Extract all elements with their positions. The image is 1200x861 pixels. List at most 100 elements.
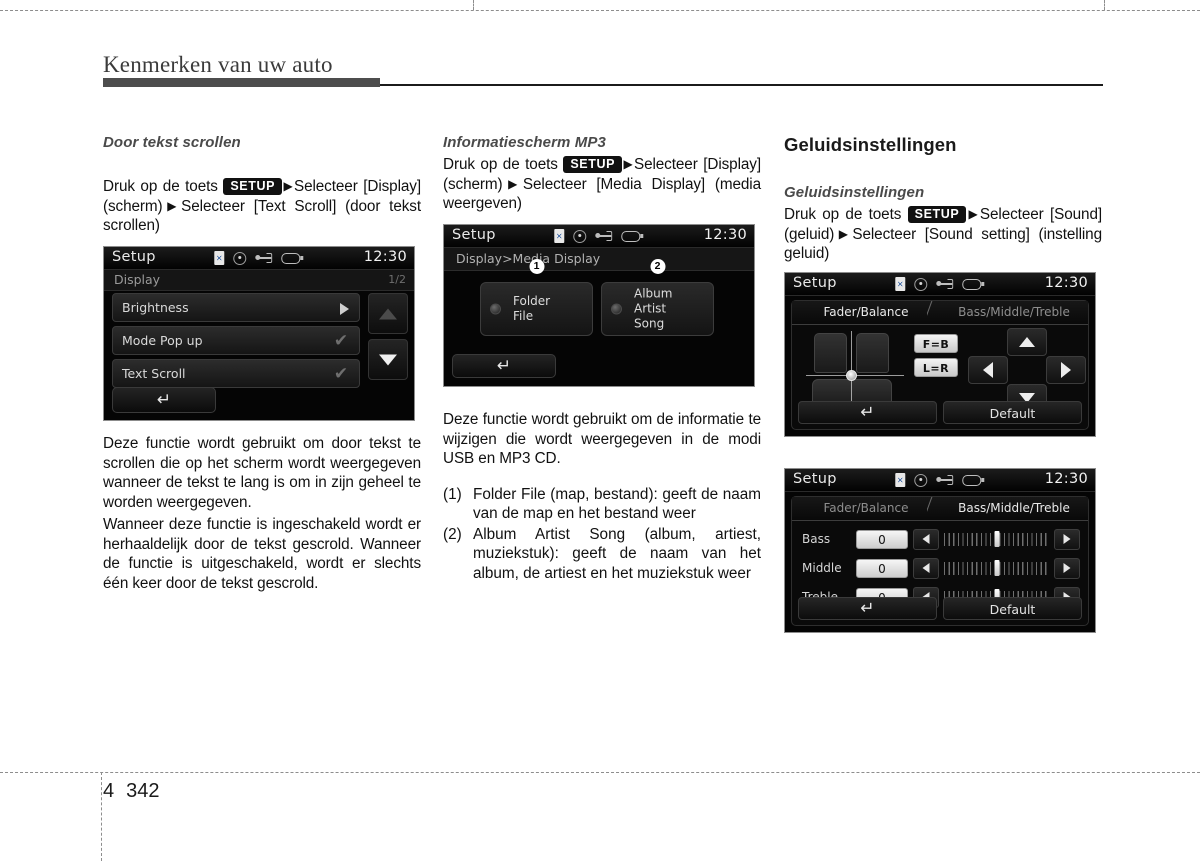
disc-icon: [233, 251, 247, 265]
disc-icon: [914, 473, 928, 487]
eq-slider[interactable]: [944, 531, 1049, 547]
scroll-up-icon: [379, 308, 397, 319]
back-button[interactable]: ↵: [798, 597, 937, 620]
arrow-right-icon: [1063, 563, 1071, 573]
sound-footer: ↵ Default: [798, 597, 1082, 620]
list-text: Folder File (map, bestand): geeft de naa…: [473, 485, 761, 523]
check-icon: ✔: [333, 364, 349, 384]
radio-icon: [611, 303, 622, 315]
scroll-down-button[interactable]: [368, 339, 408, 380]
front-left-seat-icon: [814, 333, 847, 373]
device-icon: [962, 278, 985, 290]
option-album-artist-song[interactable]: 2 Album Artist Song: [601, 259, 714, 336]
screen-title: Setup: [793, 471, 837, 487]
col3-subtitle: Geluidsinstellingen: [784, 184, 925, 201]
status-icon-group: [554, 229, 644, 243]
default-button[interactable]: Default: [943, 597, 1082, 620]
dpad-right-button[interactable]: [1046, 356, 1086, 384]
dpad-up-button[interactable]: [1007, 328, 1047, 356]
radio-icon: [490, 303, 501, 315]
eq-increase-button[interactable]: [1054, 557, 1080, 579]
balance-position-marker[interactable]: [846, 370, 857, 381]
callout-badge-2: 2: [650, 259, 665, 274]
device-icon: [962, 474, 985, 486]
slider-thumb[interactable]: [994, 531, 999, 547]
sound-panel: Fader/Balance Bass/Middle/Treble Bass 0 …: [791, 496, 1089, 626]
tab-fader-balance[interactable]: Fader/Balance: [792, 301, 940, 324]
option-folder-file[interactable]: 1 Folder File: [480, 259, 593, 336]
usb-icon: [936, 474, 954, 486]
eq-row-bass: Bass 0: [802, 528, 1080, 550]
col2-subtitle: Informatiescherm MP3: [443, 134, 606, 151]
device-icon: [621, 230, 644, 242]
header-rule-thick: [103, 78, 380, 87]
arrow-left-icon: [922, 563, 930, 573]
screen-fader-balance[interactable]: Setup 12:30 Fader/Balance Bass/Middle/Tr…: [784, 272, 1096, 437]
dpad-control: [968, 328, 1086, 412]
crop-mark-top: [0, 10, 1200, 11]
seat-diagram[interactable]: [806, 331, 904, 409]
list-item: (1) Folder File (map, bestand): geeft de…: [443, 485, 761, 524]
col3-section-title: Geluidsinstellingen: [784, 134, 957, 155]
crop-mark-right: [1104, 0, 1105, 10]
usb-icon: [255, 252, 273, 264]
scroll-up-button[interactable]: [368, 293, 408, 334]
eq-label: Middle: [802, 561, 842, 575]
fb-key-left-equals-right[interactable]: L=R: [914, 358, 958, 377]
tab-bass-middle-treble[interactable]: Bass/Middle/Treble: [940, 301, 1088, 324]
option-line-1: Folder: [513, 294, 551, 308]
step-arrow-icon-2: ▶: [502, 176, 523, 191]
dpad-left-button[interactable]: [968, 356, 1008, 384]
slider-thumb[interactable]: [994, 560, 999, 576]
option-line-2: File: [513, 309, 534, 323]
list-item: (2) Album Artist Song (album, artiest, m…: [443, 525, 761, 584]
bluetooth-icon: [895, 473, 906, 487]
screen-status-bar: Setup 12:30: [785, 469, 1095, 492]
fb-key-front-equals-back[interactable]: F=B: [914, 334, 958, 353]
sound-footer: ↵ Default: [798, 401, 1082, 424]
crop-mark-left-top: [473, 0, 474, 10]
eq-decrease-button[interactable]: [913, 528, 939, 550]
tab-bass-middle-treble[interactable]: Bass/Middle/Treble: [940, 497, 1088, 520]
tab-underline: [792, 324, 1088, 325]
list-item-label: Brightness: [122, 300, 189, 315]
usb-icon: [595, 230, 613, 242]
column-middle: Informatiescherm MP3 Druk op de toets SE…: [443, 134, 761, 214]
list-item-label: Text Scroll: [122, 366, 186, 381]
list-marker: (2): [443, 525, 462, 543]
eq-increase-button[interactable]: [1054, 528, 1080, 550]
col1-subtitle: Door tekst scrollen: [103, 134, 241, 151]
screen-media-display[interactable]: Setup 12:30 Display>Media Display 1 Fold…: [443, 224, 755, 387]
screen-status-bar: Setup 12:30: [104, 247, 414, 270]
tab-underline: [792, 520, 1088, 521]
list-item-mode-popup[interactable]: Mode Pop up ✔: [112, 326, 360, 355]
option-label: Album Artist Song: [634, 287, 672, 332]
back-arrow-icon: ↵: [860, 598, 875, 618]
back-arrow-icon: ↵: [156, 390, 172, 410]
back-button[interactable]: ↵: [452, 354, 556, 378]
back-button[interactable]: ↵: [798, 401, 937, 424]
option-line-3: Song: [634, 316, 665, 331]
col2-instr-pre: Druk op de toets: [443, 156, 558, 173]
screen-display-settings[interactable]: Setup 12:30 Display 1/2 Brightness Mode …: [103, 246, 415, 421]
tab-fader-balance[interactable]: Fader/Balance: [792, 497, 940, 520]
sound-panel: Fader/Balance Bass/Middle/Treble F=B L=R: [791, 300, 1089, 430]
crop-mark-bottom: [0, 772, 1200, 773]
back-button[interactable]: ↵: [112, 387, 216, 413]
eq-slider[interactable]: [944, 560, 1049, 576]
list-item-text-scroll[interactable]: Text Scroll ✔: [112, 359, 360, 388]
default-button[interactable]: Default: [943, 401, 1082, 424]
screen-status-bar: Setup 12:30: [444, 225, 754, 248]
tab-label: Bass/Middle/Treble: [958, 305, 1070, 319]
screen-bass-middle-treble[interactable]: Setup 12:30 Fader/Balance Bass/Middle/Tr…: [784, 468, 1096, 633]
arrow-left-icon: [922, 534, 930, 544]
page-indicator: 1/2: [388, 273, 406, 286]
sound-tabs: Fader/Balance Bass/Middle/Treble: [792, 301, 1088, 324]
col1-instr-pre: Druk op de toets: [103, 178, 218, 195]
eq-decrease-button[interactable]: [913, 557, 939, 579]
setup-key-badge: SETUP: [223, 178, 283, 195]
list-item-brightness[interactable]: Brightness: [112, 293, 360, 322]
arrow-up-icon: [1019, 337, 1035, 347]
col3-instruction: Druk op de toets SETUP ▶Selecteer [Sound]…: [784, 205, 1102, 264]
scroll-down-icon: [379, 354, 397, 365]
